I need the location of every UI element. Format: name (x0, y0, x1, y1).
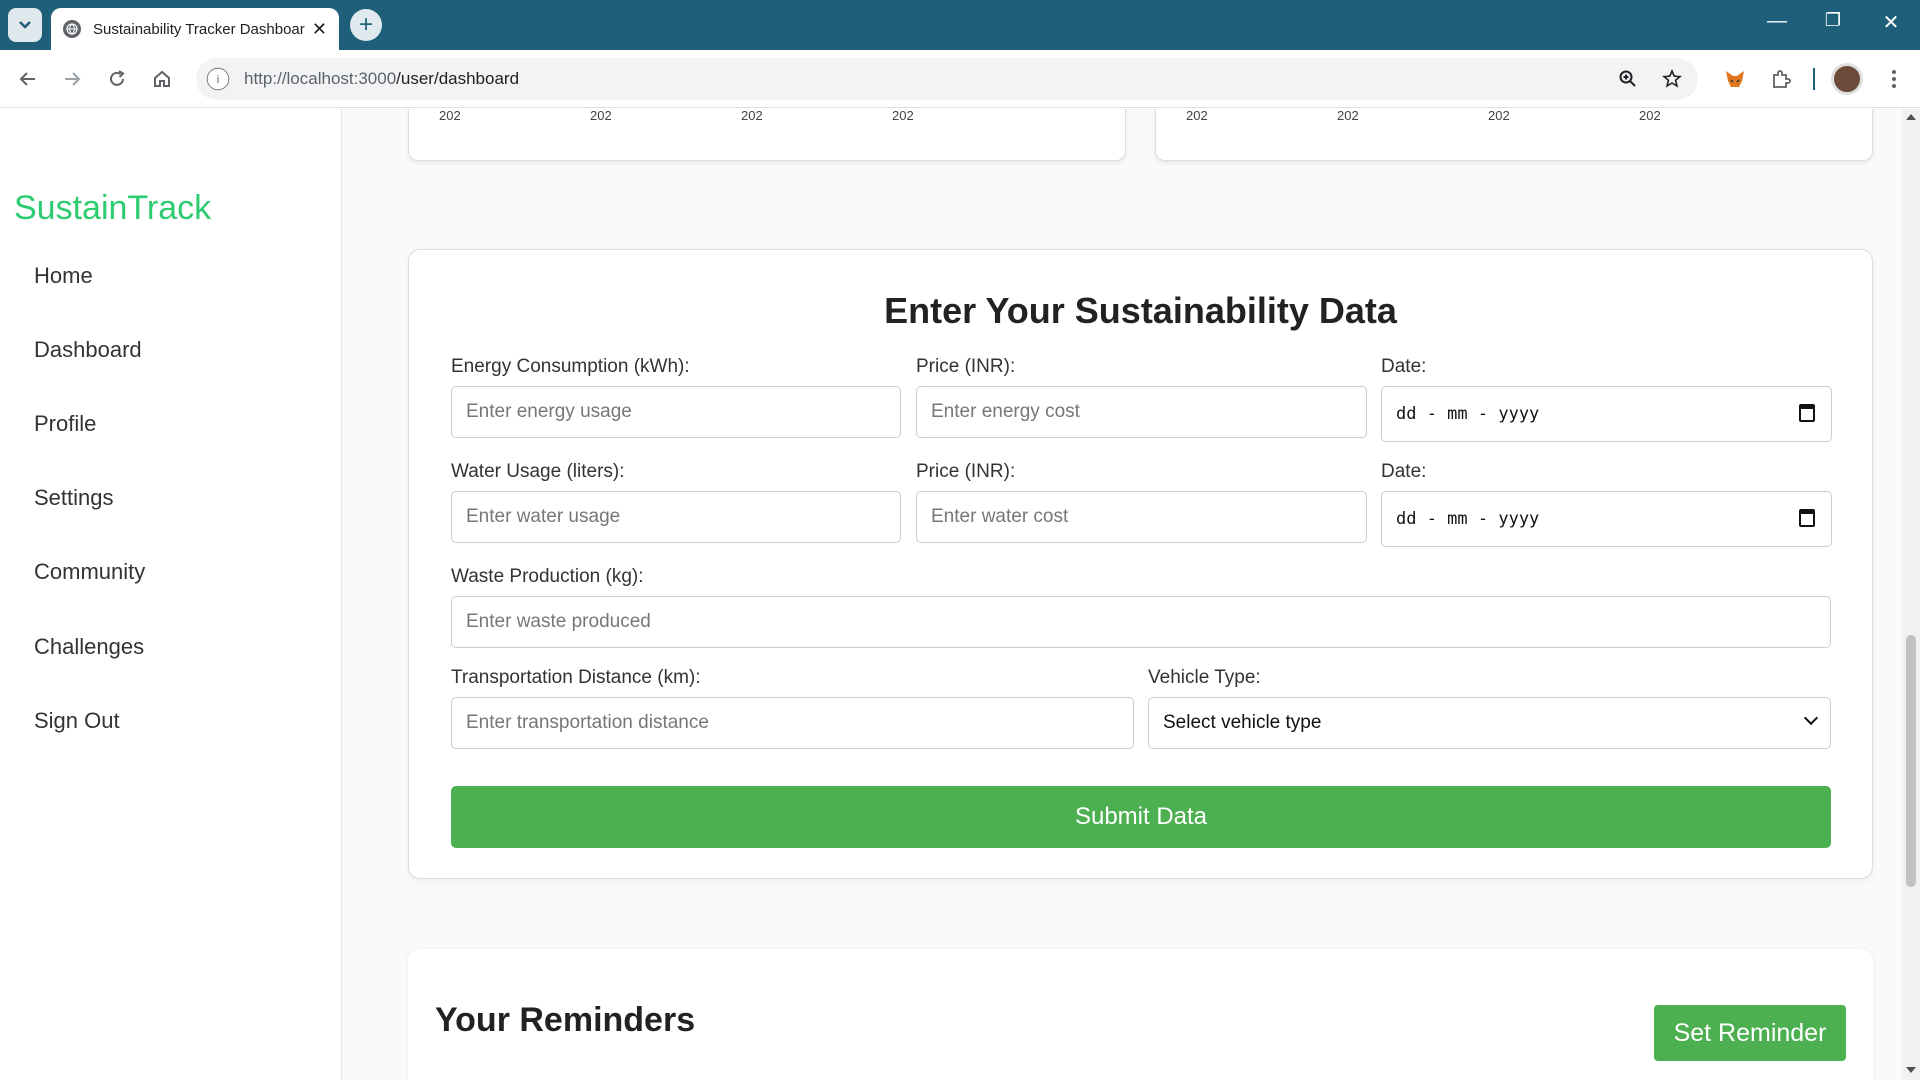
browser-tab-active[interactable]: Sustainability Tracker Dashboard ✕ (51, 8, 339, 50)
set-reminder-button[interactable]: Set Reminder (1654, 1005, 1846, 1061)
page-viewport: SustainTrack Home Dashboard Profile Sett… (0, 109, 1920, 1080)
transport-label: Transportation Distance (km): (451, 667, 701, 688)
globe-icon (63, 20, 81, 38)
window-close-icon[interactable]: ✕ (1876, 10, 1906, 35)
sidebar: SustainTrack Home Dashboard Profile Sett… (0, 109, 342, 1080)
sidebar-item-sign-out[interactable]: Sign Out (34, 708, 120, 734)
vehicle-type-select[interactable]: Select vehicle type (1148, 697, 1831, 749)
bookmark-star-icon[interactable] (1660, 67, 1684, 91)
chart-tick-label: 202 (1639, 109, 1661, 123)
energy-price-label: Price (INR): (916, 356, 1016, 377)
browser-tab-bar: Sustainability Tracker Dashboard ✕ + — ❐… (0, 0, 1920, 50)
zoom-icon[interactable] (1616, 67, 1640, 91)
sidebar-item-dashboard[interactable]: Dashboard (34, 337, 142, 363)
reload-icon (110, 70, 125, 86)
main-content: 202 202 202 202 202 202 202 202 Enter Yo… (342, 109, 1902, 1080)
reminders-card: Your Reminders Set Reminder (408, 949, 1873, 1080)
profile-avatar[interactable] (1831, 63, 1863, 95)
metamask-fox-icon[interactable] (1720, 64, 1750, 94)
home-button[interactable] (147, 64, 177, 94)
scroll-down-arrow-icon[interactable] (1906, 1067, 1916, 1073)
info-icon[interactable]: i (206, 67, 230, 91)
form-title: Enter Your Sustainability Data (884, 290, 1397, 331)
page-scrollbar[interactable] (1902, 109, 1920, 1080)
water-date-label: Date: (1381, 461, 1427, 482)
water-input[interactable]: Enter water usage (451, 491, 901, 543)
energy-date-value: dd - mm - yyyy (1396, 404, 1540, 424)
energy-input[interactable]: Enter energy usage (451, 386, 901, 438)
chart-tick-label: 202 (1186, 109, 1208, 123)
arrow-right-icon (65, 72, 81, 86)
energy-date-input[interactable]: dd - mm - yyyy (1381, 386, 1832, 442)
arrow-left-icon (19, 72, 35, 86)
chart-card-right: 202 202 202 202 (1155, 109, 1873, 161)
brand-logo-text[interactable]: SustainTrack (14, 189, 211, 228)
vehicle-label: Vehicle Type: (1148, 667, 1261, 688)
water-label: Water Usage (liters): (451, 461, 625, 482)
chart-tick-label: 202 (590, 109, 612, 123)
chart-card-left: 202 202 202 202 (408, 109, 1126, 161)
toolbar-separator (1813, 68, 1815, 90)
back-button[interactable] (13, 64, 43, 94)
sidebar-item-community[interactable]: Community (34, 559, 145, 585)
energy-price-input[interactable]: Enter energy cost (916, 386, 1367, 438)
sidebar-item-settings[interactable]: Settings (34, 485, 114, 511)
chart-tick-label: 202 (892, 109, 914, 123)
chart-tick-label: 202 (1337, 109, 1359, 123)
water-date-input[interactable]: dd - mm - yyyy (1381, 491, 1832, 547)
chart-tick-label: 202 (439, 109, 461, 123)
minimize-icon[interactable]: — (1762, 10, 1792, 33)
water-price-input[interactable]: Enter water cost (916, 491, 1367, 543)
sidebar-item-challenges[interactable]: Challenges (34, 634, 144, 660)
energy-date-label: Date: (1381, 356, 1427, 377)
scroll-up-arrow-icon[interactable] (1906, 114, 1916, 120)
extensions-puzzle-icon[interactable] (1766, 64, 1796, 94)
water-price-label: Price (INR): (916, 461, 1016, 482)
forward-button[interactable] (57, 64, 87, 94)
calendar-icon[interactable] (1799, 404, 1815, 422)
waste-input[interactable]: Enter waste produced (451, 596, 1831, 648)
address-bar[interactable]: i http://localhost:3000/user/dashboard (196, 58, 1698, 100)
url-host: http://localhost:3000 (244, 69, 397, 88)
home-icon (154, 70, 170, 87)
sidebar-item-home[interactable]: Home (34, 263, 93, 289)
reminders-title: Your Reminders (435, 1001, 696, 1039)
reload-button[interactable] (102, 64, 132, 94)
chevron-down-icon (1803, 710, 1819, 726)
new-tab-button[interactable]: + (350, 9, 382, 41)
vehicle-selected-value: Select vehicle type (1163, 712, 1322, 733)
tab-title: Sustainability Tracker Dashboard (93, 20, 305, 38)
transport-input[interactable]: Enter transportation distance (451, 697, 1134, 749)
browser-toolbar: i http://localhost:3000/user/dashboard (0, 50, 1920, 108)
scrollbar-thumb[interactable] (1906, 635, 1916, 887)
water-date-value: dd - mm - yyyy (1396, 509, 1540, 529)
tab-close-icon[interactable]: ✕ (312, 19, 327, 40)
url-text: http://localhost:3000/user/dashboard (244, 69, 519, 89)
tab-search-button[interactable] (8, 8, 42, 42)
chevron-down-icon (19, 21, 31, 29)
sustainability-form-card: Enter Your Sustainability Data Energy Co… (408, 249, 1873, 879)
restore-icon[interactable]: ❐ (1818, 10, 1848, 31)
submit-data-button[interactable]: Submit Data (451, 786, 1831, 848)
sidebar-item-profile[interactable]: Profile (34, 411, 96, 437)
chart-tick-label: 202 (741, 109, 763, 123)
calendar-icon[interactable] (1799, 509, 1815, 527)
kebab-menu-icon[interactable] (1879, 64, 1909, 94)
chart-tick-label: 202 (1488, 109, 1510, 123)
waste-label: Waste Production (kg): (451, 566, 644, 587)
energy-label: Energy Consumption (kWh): (451, 356, 690, 377)
url-path: /user/dashboard (396, 69, 520, 88)
